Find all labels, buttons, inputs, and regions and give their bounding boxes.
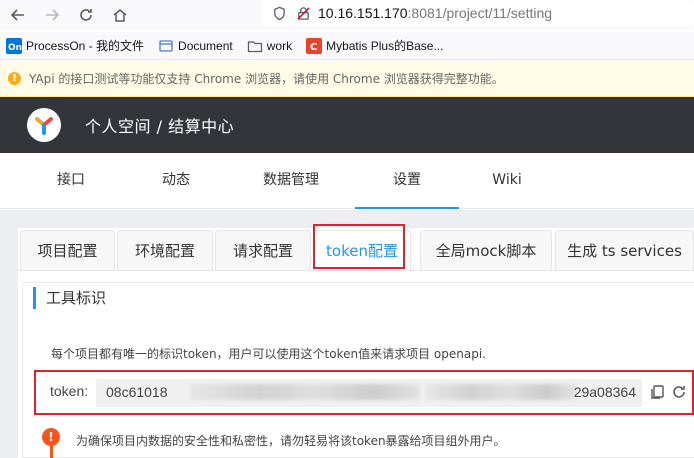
nav-item-wiki[interactable]: Wiki bbox=[476, 153, 538, 209]
tab-highlight-box bbox=[313, 224, 405, 269]
url-host: 10.16.151.170 bbox=[318, 5, 408, 21]
tab-request-config[interactable]: 请求配置 bbox=[215, 230, 311, 270]
tab-project-config[interactable]: 项目配置 bbox=[20, 230, 115, 270]
tab-ts-services[interactable]: 生成 ts services bbox=[555, 230, 694, 270]
processon-icon: On bbox=[6, 37, 22, 54]
mybatis-icon: C bbox=[306, 37, 323, 54]
nav-item-interface[interactable]: 接口 bbox=[40, 153, 102, 209]
browser-warning: ! YApi 的接口测试等功能仅支持 Chrome 浏览器，请使用 Chrome… bbox=[0, 61, 694, 97]
tab-env-config[interactable]: 环境配置 bbox=[117, 230, 213, 270]
bookmark-label: Mybatis Plus的Base... bbox=[326, 39, 444, 53]
bookmark-mybatis[interactable]: C Mybatis Plus的Base... bbox=[306, 37, 443, 54]
insecure-lock-icon[interactable] bbox=[294, 4, 312, 22]
refresh-icon[interactable] bbox=[670, 383, 688, 401]
token-redaction bbox=[426, 384, 576, 400]
copy-icon[interactable] bbox=[648, 383, 666, 401]
bookmark-processon[interactable]: On ProcessOn - 我的文件 bbox=[6, 37, 144, 54]
bookmark-work[interactable]: work bbox=[247, 38, 292, 54]
folder-icon bbox=[247, 38, 263, 54]
warning-icon: ! bbox=[8, 72, 21, 85]
token-redaction bbox=[190, 384, 420, 400]
shield-icon[interactable] bbox=[270, 4, 288, 22]
nav-item-activity[interactable]: 动态 bbox=[145, 153, 207, 209]
back-icon[interactable] bbox=[6, 3, 30, 27]
bookmark-label: work bbox=[266, 38, 293, 53]
browser-toolbar: 10.16.151.170:8081/project/11/setting bbox=[0, 0, 694, 30]
document-icon bbox=[158, 38, 174, 54]
alert-icon: ! bbox=[42, 428, 60, 446]
token-value-start: 08c61018 bbox=[106, 384, 168, 400]
token-label: token: bbox=[50, 383, 89, 399]
token-value-end: 29a08364 bbox=[573, 384, 636, 400]
yapi-logo[interactable] bbox=[27, 108, 61, 142]
project-nav: 接口 动态 数据管理 设置 Wiki bbox=[0, 153, 694, 209]
nav-item-data[interactable]: 数据管理 bbox=[250, 153, 332, 209]
url-text[interactable]: 10.16.151.170:8081/project/11/setting bbox=[318, 5, 552, 21]
url-bar[interactable]: 10.16.151.170:8081/project/11/setting bbox=[262, 0, 694, 26]
token-value-field[interactable]: 08c61018 29a08364 bbox=[96, 379, 642, 407]
token-description: 每个项目都有唯一的标识token，用户可以使用这个token值来请求项目 ope… bbox=[51, 347, 486, 361]
nav-item-settings[interactable]: 设置 bbox=[355, 153, 459, 209]
svg-text:C: C bbox=[310, 42, 317, 53]
section-title: 工具标识 bbox=[33, 287, 106, 309]
forward-icon[interactable] bbox=[40, 3, 64, 27]
token-warning-note: 为确保项目内数据的安全性和私密性，请勿轻易将该token暴露给项目组外用户。 bbox=[76, 434, 506, 448]
app-header: 个人空间 / 结算中心 bbox=[0, 97, 694, 153]
alert-line bbox=[50, 446, 53, 458]
bookmark-label: ProcessOn - 我的文件 bbox=[26, 39, 145, 53]
breadcrumb[interactable]: 个人空间 / 结算中心 bbox=[85, 113, 234, 137]
home-icon[interactable] bbox=[108, 3, 132, 27]
url-path: :8081/project/11/setting bbox=[407, 5, 553, 21]
bookmark-document[interactable]: Document bbox=[158, 38, 233, 54]
bookmark-label: Document bbox=[178, 38, 233, 53]
token-highlight-box: token: 08c61018 29a08364 bbox=[34, 370, 694, 415]
tabs-divider bbox=[18, 270, 694, 271]
svg-text:On: On bbox=[8, 43, 22, 53]
bookmarks-bar: On ProcessOn - 我的文件 Document work C Myba… bbox=[0, 32, 694, 60]
reload-icon[interactable] bbox=[74, 3, 98, 27]
warning-text: YApi 的接口测试等功能仅支持 Chrome 浏览器，请使用 Chrome 浏… bbox=[29, 72, 504, 86]
tab-global-mock[interactable]: 全局mock脚本 bbox=[420, 230, 552, 270]
